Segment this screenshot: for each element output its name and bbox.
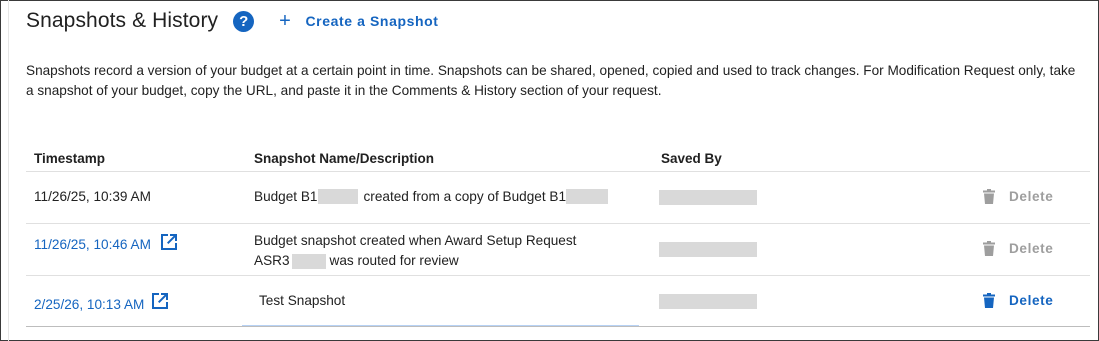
delete-button[interactable]: Delete <box>983 241 1053 256</box>
saved-by-redacted <box>659 242 757 257</box>
timestamp-text: 11/26/25, 10:46 AM <box>34 237 151 252</box>
snapshot-name-part: was routed for review <box>329 253 459 268</box>
delete-label: Delete <box>1009 189 1054 204</box>
panel-description: Snapshots record a version of your budge… <box>26 63 1076 98</box>
row-snapshot-name: Budget snapshot created when Award Setup… <box>254 231 576 271</box>
timestamp-text: 2/25/26, 10:13 AM <box>34 297 145 312</box>
snapshot-name-input[interactable]: Test Snapshot <box>259 293 345 308</box>
panel-left-divider <box>8 0 9 341</box>
create-snapshot-label: Create a Snapshot <box>305 13 439 29</box>
snapshot-name-part: ASR3 <box>254 253 290 268</box>
row-timestamp-link[interactable]: 11/26/25, 10:46 AM <box>34 233 179 252</box>
trash-icon <box>983 189 995 204</box>
plus-icon: + <box>279 10 292 32</box>
row-divider <box>26 275 1090 276</box>
column-header-timestamp: Timestamp <box>34 151 106 166</box>
create-snapshot-button[interactable]: + Create a Snapshot <box>279 11 438 31</box>
redacted-text <box>566 189 609 204</box>
row-divider <box>26 223 1090 224</box>
open-in-new-icon <box>160 233 177 250</box>
saved-by-redacted <box>659 294 757 309</box>
row-snapshot-name: Budget B1 created from a copy of Budget … <box>254 189 609 204</box>
delete-button[interactable]: Delete <box>983 293 1053 308</box>
redacted-text <box>291 253 326 269</box>
snapshot-name-part: Budget B1 <box>254 189 318 204</box>
trash-icon <box>983 293 995 308</box>
redacted-text <box>317 189 358 204</box>
column-header-saved-by: Saved By <box>661 151 722 166</box>
delete-label: Delete <box>1009 241 1054 256</box>
header-divider <box>26 171 1090 172</box>
snapshot-name-part: created from a copy of Budget B1 <box>363 189 567 204</box>
saved-by-redacted <box>659 190 757 205</box>
column-header-snapshot-name: Snapshot Name/Description <box>254 151 435 166</box>
help-circle-icon[interactable]: ? <box>233 10 255 32</box>
delete-label: Delete <box>1009 293 1054 308</box>
snapshot-name-line: Budget snapshot created when Award Setup… <box>254 233 577 248</box>
table-bottom-border <box>26 326 1090 327</box>
trash-icon <box>983 241 995 256</box>
panel-header: Snapshots & History ? + Create a Snapsho… <box>26 6 439 36</box>
delete-button[interactable]: Delete <box>983 189 1053 204</box>
page-title: Snapshots & History <box>26 9 219 32</box>
row-timestamp-link[interactable]: 2/25/26, 10:13 AM <box>34 292 170 312</box>
snapshot-name-line: ASR3 was routed for review <box>254 251 576 271</box>
open-in-new-icon <box>152 292 169 309</box>
row-timestamp: 11/26/25, 10:39 AM <box>34 189 151 204</box>
